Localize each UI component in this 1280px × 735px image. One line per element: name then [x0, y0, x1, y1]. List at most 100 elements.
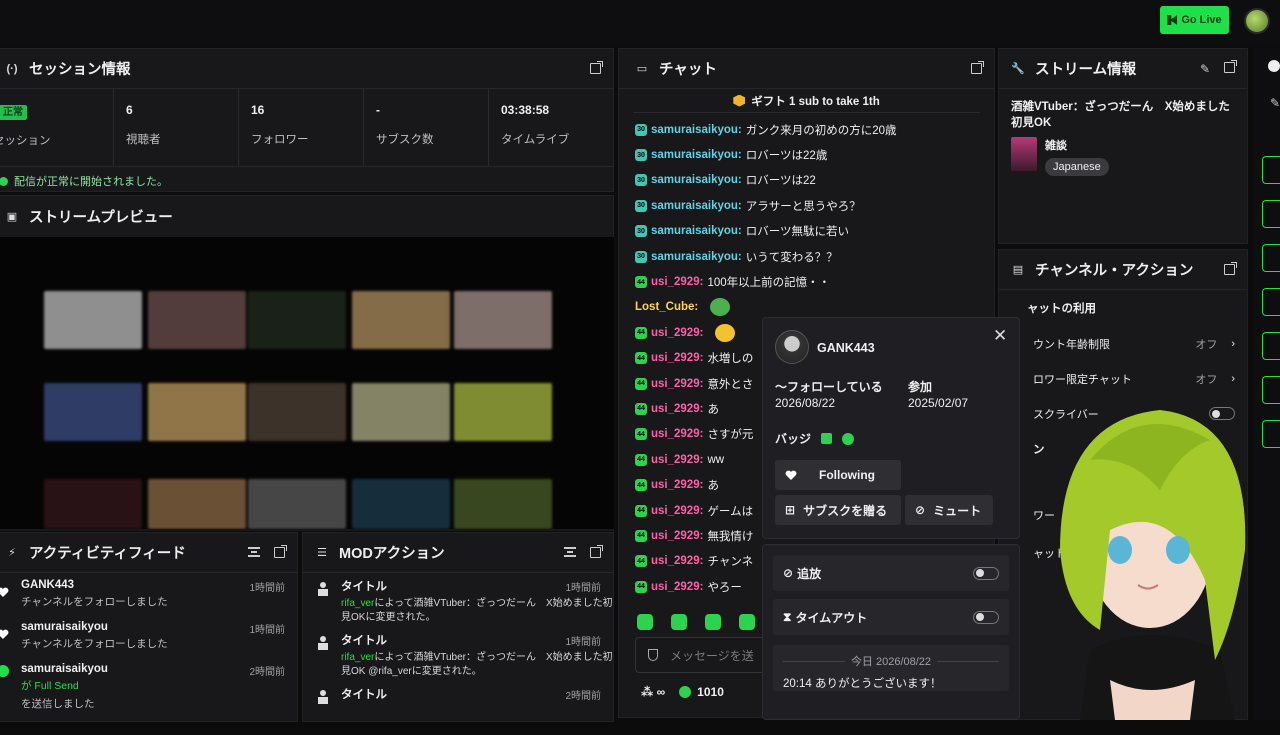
session-panel: (·) セッション情報 正常 セッション 6 視聴者 16 フォロワー - サブ…: [0, 48, 614, 192]
user-card-popup: GANK443 ✕ 〜フォローしている 2026/08/22 参加 2025/0…: [762, 317, 1020, 539]
popout-icon[interactable]: [1224, 59, 1237, 73]
tag-pill[interactable]: Japanese: [1045, 158, 1109, 177]
mute-icon: ⊘: [915, 503, 926, 517]
chat-username[interactable]: usi_2929:: [651, 378, 703, 390]
popout-icon[interactable]: [1224, 262, 1237, 275]
stream-info-panel: 🔧 ストリーム情報 ✎ 酒雑VTuber：ざっつだーん X始めました初見OK 雑…: [998, 48, 1248, 244]
chat-text: ガンク来月の初めの方に20歳: [745, 124, 897, 137]
chat-username[interactable]: usi_2929:: [651, 479, 703, 491]
chat-username[interactable]: usi_2929:: [651, 428, 703, 440]
user-card-avatar[interactable]: [775, 330, 809, 364]
filter-icon[interactable]: [564, 547, 576, 557]
preview-title: ストリームプレビュー: [29, 209, 173, 226]
joined-label: 参加: [908, 380, 933, 394]
section-header: ャットの利用: [1027, 303, 1096, 315]
sidebar-list-icon[interactable]: [1262, 244, 1280, 272]
category-thumbnail[interactable]: [1011, 137, 1037, 172]
chat-username[interactable]: samuraisaikyou:: [651, 149, 742, 161]
close-icon[interactable]: ✕: [993, 326, 1007, 346]
mute-button[interactable]: ⊘ ミュート: [905, 495, 993, 525]
emote-icon[interactable]: [637, 614, 653, 630]
popout-icon[interactable]: [971, 61, 984, 74]
ban-toggle[interactable]: [973, 566, 999, 580]
chat-username[interactable]: samuraisaikyou:: [651, 124, 742, 136]
following-date: 2026/08/22: [775, 396, 836, 410]
user-card-name[interactable]: GANK443: [817, 341, 875, 355]
chat-text: ww: [707, 453, 725, 466]
emote-icon[interactable]: [705, 614, 721, 630]
chat-message[interactable]: 30 samuraisaikyou: アラサーと思うやろ？: [635, 193, 978, 218]
ban-row[interactable]: ⊘ 追放: [773, 555, 1009, 591]
sidebar-video-icon[interactable]: [1262, 156, 1280, 184]
popout-icon[interactable]: [274, 545, 287, 558]
user-avatar[interactable]: [1244, 8, 1270, 34]
chat-username[interactable]: usi_2929:: [651, 505, 703, 517]
stat-label: フォロワー: [251, 134, 309, 146]
feed-desc: が Full Send: [21, 680, 79, 692]
chat-message[interactable]: 30 samuraisaikyou: ロバーツ無駄に若い: [635, 219, 978, 244]
timeout-row[interactable]: ⧗ タイムアウト: [773, 599, 1009, 635]
gift-banner: ギフト 1 sub to take 1th: [633, 89, 980, 113]
sidebar-chat-icon[interactable]: [1262, 288, 1280, 316]
chat-message[interactable]: 30 samuraisaikyou: ガンク来月の初めの方に20歳: [635, 117, 978, 142]
filter-icon[interactable]: [248, 547, 260, 557]
chat-username[interactable]: usi_2929:: [651, 555, 703, 567]
info-icon[interactable]: [1268, 60, 1280, 72]
following-button[interactable]: Following: [775, 460, 901, 490]
chat-username[interactable]: usi_2929:: [651, 581, 703, 593]
go-live-button[interactable]: Go Live: [1160, 6, 1229, 34]
sidebar-broadcast-icon[interactable]: [1262, 332, 1280, 360]
verified-badge-icon: [842, 432, 855, 445]
emote-icon[interactable]: [739, 614, 755, 630]
chat-username[interactable]: usi_2929:: [651, 276, 703, 288]
emote-bar: [637, 614, 755, 630]
chat-username[interactable]: samuraisaikyou:: [651, 200, 742, 212]
popout-icon[interactable]: [590, 545, 603, 558]
subscriber-badge-icon: 44: [635, 326, 647, 339]
mod-time: 2時間前: [565, 691, 601, 702]
mod-time: 1時間前: [565, 637, 601, 648]
stat-value: -: [376, 103, 380, 117]
chat-username[interactable]: samuraisaikyou:: [651, 225, 742, 237]
chat-message[interactable]: 30 samuraisaikyou: いうて変わる？？: [635, 244, 978, 269]
joined-date: 2025/02/07: [908, 396, 969, 410]
shield-icon: [648, 649, 658, 661]
stream-preview[interactable]: [0, 237, 614, 529]
chat-message[interactable]: 30 samuraisaikyou: ロバーツは22: [635, 168, 978, 193]
emote-icon[interactable]: [671, 614, 687, 630]
mod-user[interactable]: rifa_ver: [341, 598, 374, 609]
chat-text: さすが元: [707, 429, 754, 442]
sidebar-lightning-icon[interactable]: [1262, 200, 1280, 228]
timeout-toggle[interactable]: [973, 610, 999, 624]
chat-username[interactable]: usi_2929:: [651, 352, 703, 364]
users-icon[interactable]: ⁂ ∞: [641, 685, 665, 699]
wrench-icon: 🔧: [1011, 63, 1025, 75]
chat-username[interactable]: usi_2929:: [651, 327, 703, 339]
broadcast-icon: (·): [6, 62, 18, 75]
chat-username[interactable]: samuraisaikyou:: [651, 174, 742, 186]
points-icon: [679, 686, 692, 698]
mod-item: タイトル rifa_verによって酒雑VTuber：ざっつだーん X始めました初…: [303, 627, 613, 681]
chat-message[interactable]: 44 usi_2929: 100年以上前の記憶・・: [635, 269, 978, 294]
chat-username[interactable]: usi_2929:: [651, 454, 703, 466]
stat-session: 正常 セッション: [0, 89, 114, 166]
chat-message[interactable]: 30 samuraisaikyou: ロバーツは22歳: [635, 142, 978, 167]
popout-icon[interactable]: [590, 61, 603, 74]
chat-username[interactable]: samuraisaikyou:: [651, 251, 742, 263]
subscriber-badge-icon: 30: [635, 174, 647, 187]
points-display[interactable]: 1010: [679, 685, 724, 699]
subscriber-badge-icon: 30: [635, 250, 647, 263]
mod-desc: によって酒雑VTuber：ざっつだーん X始めました初見OK @rifa_ver…: [341, 652, 613, 677]
setting-row[interactable]: ウント年齢制限 オフ ›: [999, 326, 1247, 361]
edit-icon[interactable]: ✎: [1270, 96, 1280, 110]
gift-sub-button[interactable]: ⊞ サブスクを贈る: [775, 495, 901, 525]
subscriber-badge-icon: 44: [635, 580, 647, 593]
mod-title: MODアクション: [339, 546, 445, 562]
subscriber-badge-icon: 44: [635, 428, 647, 441]
chat-username[interactable]: usi_2929:: [651, 403, 703, 415]
chat-username[interactable]: Lost_Cube:: [635, 301, 698, 313]
category-name[interactable]: 雑談: [1045, 137, 1109, 153]
edit-icon[interactable]: ✎: [1200, 62, 1210, 76]
chat-username[interactable]: usi_2929:: [651, 530, 703, 542]
mod-user[interactable]: rifa_ver: [341, 652, 374, 663]
